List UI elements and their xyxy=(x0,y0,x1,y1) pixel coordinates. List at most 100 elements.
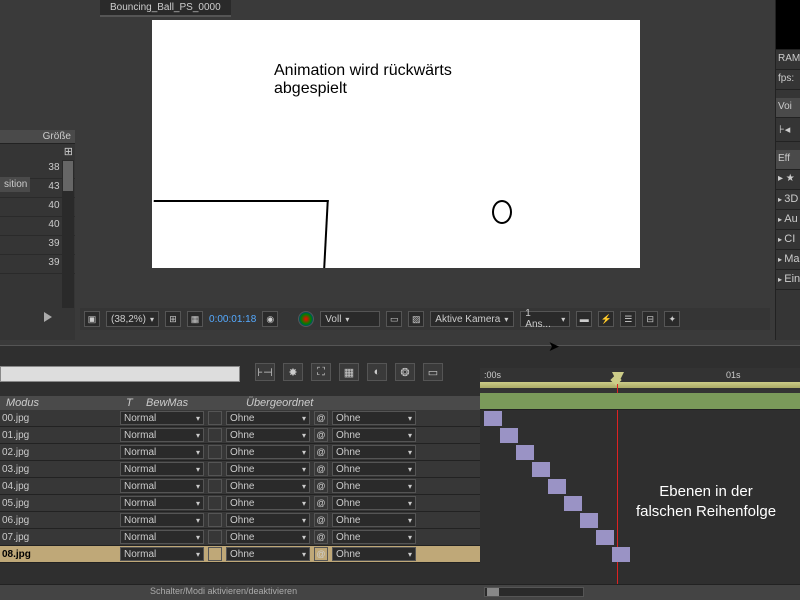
track-matte-dropdown[interactable]: Ohne xyxy=(226,496,310,510)
layer-track[interactable] xyxy=(480,546,800,563)
blend-mode-dropdown[interactable]: Normal xyxy=(120,411,204,425)
parent-pickwhip-icon[interactable]: @ xyxy=(314,513,328,527)
preserve-transparency-toggle[interactable] xyxy=(208,479,222,493)
fx-ein[interactable]: ▸ Ein xyxy=(776,270,800,290)
layer-row[interactable]: 04.jpgNormalOhne@Ohne xyxy=(0,478,480,495)
parent-pickwhip-icon[interactable]: @ xyxy=(314,428,328,442)
track-matte-dropdown[interactable]: Ohne xyxy=(226,530,310,544)
fx-3d[interactable]: ▸ 3D xyxy=(776,190,800,210)
blend-mode-dropdown[interactable]: Normal xyxy=(120,547,204,561)
layer-name[interactable]: 06.jpg xyxy=(0,515,120,526)
track-matte-dropdown[interactable]: Ohne xyxy=(226,411,310,425)
layer-row[interactable]: 01.jpgNormal Ohne @ Ohne xyxy=(0,427,480,444)
parent-dropdown[interactable]: Ohne xyxy=(332,411,416,425)
layer-name[interactable]: 02.jpg xyxy=(0,447,120,458)
parent-pickwhip-icon[interactable]: @ xyxy=(314,530,328,544)
preserve-transparency-toggle[interactable] xyxy=(208,445,222,459)
motion-blur-icon[interactable]: ◐ xyxy=(367,363,387,381)
resolution-dropdown[interactable]: Voll xyxy=(320,311,380,327)
layer-name[interactable]: 03.jpg xyxy=(0,464,120,475)
parent-pickwhip-icon[interactable]: @ xyxy=(314,462,328,476)
col-mode[interactable]: Modus xyxy=(0,396,120,410)
brainstorm-icon[interactable]: ❂ xyxy=(395,363,415,381)
preserve-transparency-toggle[interactable] xyxy=(208,513,222,527)
safe-zones-icon[interactable]: ⊞ xyxy=(165,311,181,327)
layer-clip[interactable] xyxy=(548,479,566,494)
track-matte-dropdown[interactable]: Ohne xyxy=(226,462,310,476)
horizontal-scrollbar[interactable] xyxy=(484,587,584,597)
layer-clip[interactable] xyxy=(596,530,614,545)
layer-clip[interactable] xyxy=(532,462,550,477)
track-matte-dropdown[interactable]: Ohne xyxy=(226,513,310,527)
parent-pickwhip-icon[interactable]: @ xyxy=(314,496,328,510)
layer-track[interactable] xyxy=(480,410,800,427)
parent-dropdown[interactable]: Ohne xyxy=(332,513,416,527)
current-time[interactable]: 0:00:01:18 xyxy=(209,314,256,325)
comp-flowchart-icon[interactable]: ⊟ xyxy=(642,311,658,327)
fx-au[interactable]: ▸ Au xyxy=(776,210,800,230)
blend-mode-dropdown[interactable]: Normal xyxy=(120,462,204,476)
track-matte-dropdown[interactable]: Ohne xyxy=(226,428,310,442)
roi-icon[interactable]: ▭ xyxy=(386,311,402,327)
left-scrollbar[interactable] xyxy=(62,160,74,308)
layer-clip[interactable] xyxy=(580,513,598,528)
composition-tab[interactable]: Bouncing_Ball_PS_0000 xyxy=(100,0,231,17)
preserve-transparency-toggle[interactable] xyxy=(208,428,222,442)
layer-track[interactable] xyxy=(480,427,800,444)
layer-clip[interactable] xyxy=(612,547,630,562)
layer-clip[interactable] xyxy=(516,445,534,460)
preserve-transparency-toggle[interactable] xyxy=(208,411,222,425)
parent-dropdown[interactable]: Ohne xyxy=(332,496,416,510)
always-preview-icon[interactable]: ▣ xyxy=(84,311,100,327)
channel-icon[interactable] xyxy=(298,311,314,327)
layer-track[interactable] xyxy=(480,461,800,478)
layer-name[interactable]: 00.jpg xyxy=(0,413,120,424)
size-column-header[interactable]: Größe xyxy=(0,130,75,144)
preserve-transparency-toggle[interactable] xyxy=(208,496,222,510)
layer-track[interactable] xyxy=(480,444,800,461)
layer-row[interactable]: 03.jpgNormal Ohne @ Ohne xyxy=(0,461,480,478)
layer-clip[interactable] xyxy=(500,428,518,443)
transparency-grid-icon[interactable]: ▨ xyxy=(408,311,424,327)
col-parent[interactable]: Übergeordnet xyxy=(240,396,319,410)
layer-name[interactable]: 07.jpg xyxy=(0,532,120,543)
layer-row[interactable]: 05.jpgNormalOhne@Ohne xyxy=(0,495,480,512)
composition-viewer[interactable]: Animation wird rückwärts abgespielt xyxy=(152,20,640,268)
parent-dropdown[interactable]: Ohne xyxy=(332,530,416,544)
parent-pickwhip-icon[interactable]: @ xyxy=(314,411,328,425)
blend-mode-dropdown[interactable]: Normal xyxy=(120,496,204,510)
parent-pickwhip-icon[interactable]: @ xyxy=(314,479,328,493)
track-matte-dropdown[interactable]: Ohne xyxy=(226,479,310,493)
hide-shy-icon[interactable]: ⛶ xyxy=(311,363,331,381)
preserve-transparency-toggle[interactable] xyxy=(208,530,222,544)
parent-pickwhip-icon[interactable]: @ xyxy=(314,547,328,561)
layer-clip[interactable] xyxy=(564,496,582,511)
blend-mode-dropdown[interactable]: Normal xyxy=(120,530,204,544)
goto-first-frame-icon[interactable]: ⊦◂ xyxy=(776,118,800,142)
draft3d-icon[interactable]: ✸ xyxy=(283,363,303,381)
fx-ma[interactable]: ▸ Ma xyxy=(776,250,800,270)
color-swatch[interactable] xyxy=(776,0,800,50)
frame-blend-icon[interactable]: ▦ xyxy=(339,363,359,381)
blend-mode-dropdown[interactable]: Normal xyxy=(120,428,204,442)
layer-track[interactable] xyxy=(480,529,800,546)
graph-editor-icon[interactable]: ▭ xyxy=(423,363,443,381)
camera-dropdown[interactable]: Aktive Kamera xyxy=(430,311,514,327)
parent-dropdown[interactable]: Ohne xyxy=(332,462,416,476)
layer-name[interactable]: 01.jpg xyxy=(0,430,120,441)
blend-mode-dropdown[interactable]: Normal xyxy=(120,513,204,527)
preserve-transparency-toggle[interactable] xyxy=(208,462,222,476)
fast-preview-icon[interactable]: ⚡ xyxy=(598,311,614,327)
preserve-transparency-toggle[interactable] xyxy=(208,547,222,561)
play-icon[interactable] xyxy=(44,312,52,322)
layer-clip[interactable] xyxy=(484,411,502,426)
track-matte-dropdown[interactable]: Ohne xyxy=(226,547,310,561)
layer-name[interactable]: 08.jpg xyxy=(0,549,120,560)
snapshot-icon[interactable]: ◉ xyxy=(262,311,278,327)
parent-dropdown[interactable]: Ohne xyxy=(332,428,416,442)
grid-icon[interactable]: ▦ xyxy=(187,311,203,327)
timeline-icon[interactable]: ☰ xyxy=(620,311,636,327)
parent-dropdown[interactable]: Ohne xyxy=(332,479,416,493)
fx-ci[interactable]: ▸ CI xyxy=(776,230,800,250)
zoom-dropdown[interactable]: (38,2%) xyxy=(106,311,159,327)
